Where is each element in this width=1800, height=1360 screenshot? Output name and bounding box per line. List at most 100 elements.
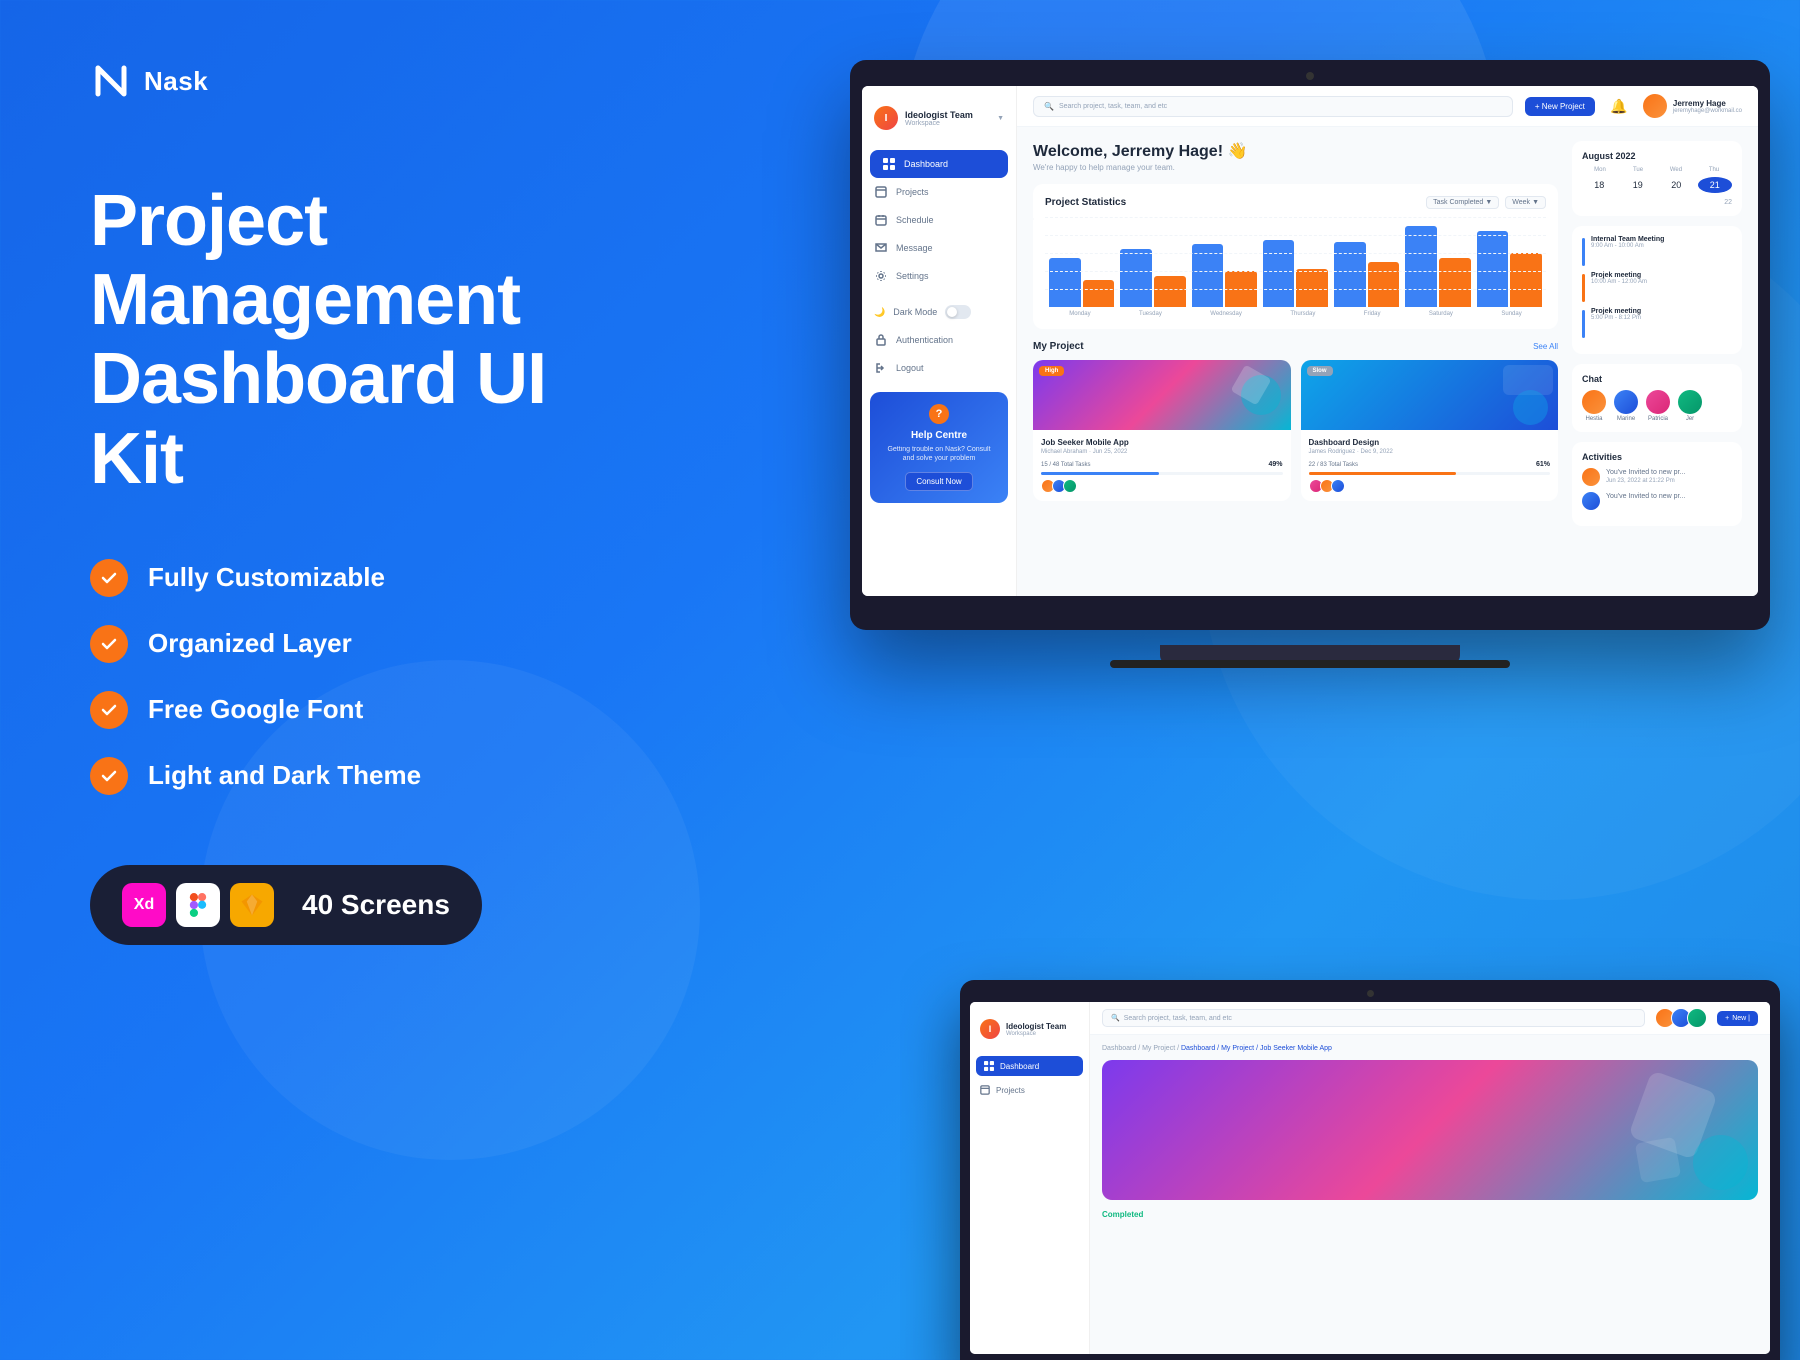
bar-orange-5	[1439, 258, 1471, 308]
event-dot-3	[1582, 310, 1585, 338]
activity-content-1: You've Invited to new pr... Jun 23, 2022…	[1606, 468, 1685, 486]
bar-group-5	[1405, 226, 1470, 307]
feature-item-2: Organized Layer	[90, 625, 650, 663]
activities-card: Activities You've Invited to new pr... J…	[1572, 442, 1742, 526]
laptop-mockup-bottom: I Ideologist Team Workspace Dashboard Pr…	[900, 930, 1800, 1360]
sidebar-item-dashboard[interactable]: Dashboard	[870, 150, 1008, 178]
status-area: Completed	[1102, 1210, 1758, 1219]
feature-label-3: Free Google Font	[148, 694, 363, 725]
event-name-1: Internal Team Meeting	[1591, 236, 1732, 243]
feature-check-4	[90, 757, 128, 795]
calendar-dates: 18 19 20 21	[1582, 177, 1732, 193]
bar-orange-4	[1368, 262, 1400, 307]
events-card: Internal Team Meeting 9:00 Am - 10:00 Am…	[1572, 226, 1742, 354]
event-info-2: Projek meeting 10:00 Am - 12:00 Am	[1591, 272, 1732, 285]
project-info-1: Job Seeker Mobile App Michael Abraham · …	[1033, 430, 1291, 501]
bar-chart-container: 100806040200	[1045, 217, 1546, 317]
workspace-selector[interactable]: I Ideologist Team Workspace ▼	[862, 98, 1016, 138]
sidebar-dashboard-label: Dashboard	[904, 159, 948, 169]
search-bar[interactable]: 🔍 Search project, task, team, and etc	[1033, 96, 1513, 117]
tool-icons: Xd	[122, 883, 274, 927]
cal-date-20: 20	[1659, 177, 1694, 193]
sidebar-item-projects[interactable]: Projects	[862, 178, 1016, 206]
sidebar-item-message[interactable]: Message	[862, 234, 1016, 262]
filter-week-chevron-icon: ▼	[1532, 199, 1539, 206]
chat-title: Chat	[1582, 374, 1732, 384]
dashboard-main: 🔍 Search project, task, team, and etc + …	[1017, 86, 1758, 596]
dashboard-content: Welcome, Jerremy Hage! 👋 We're happy to …	[1017, 127, 1758, 596]
chart-labels: Monday Tuesday Wednesday Thursday Friday…	[1045, 311, 1546, 317]
bottom-new-button[interactable]: + New |	[1717, 1011, 1758, 1026]
bottom-sidebar: I Ideologist Team Workspace Dashboard Pr…	[970, 1002, 1090, 1354]
see-all-link[interactable]: See All	[1533, 342, 1558, 351]
chat-avatar-patricia	[1646, 390, 1670, 414]
bottom-nav-dashboard[interactable]: Dashboard	[976, 1056, 1083, 1076]
sidebar-item-logout[interactable]: Logout	[862, 354, 1016, 382]
activity-content-2: You've Invited to new pr...	[1606, 492, 1685, 510]
bottom-workspace-name: Ideologist Team	[1006, 1022, 1066, 1031]
feature-item-1: Fully Customizable	[90, 559, 650, 597]
auth-nav-icon	[874, 333, 888, 347]
cal-date-21-today[interactable]: 21	[1698, 177, 1733, 193]
laptop-bezel: I Ideologist Team Workspace ▼ Dashboard	[850, 60, 1770, 630]
dashboard-nav-icon	[882, 157, 896, 171]
chat-person-marine: Marine	[1614, 390, 1638, 422]
bar-blue-3	[1263, 240, 1295, 308]
sidebar-item-auth[interactable]: Authentication	[862, 326, 1016, 354]
bottom-new-label: New |	[1732, 1015, 1750, 1022]
dark-mode-toggle[interactable]: 🌙 Dark Mode	[862, 298, 1016, 326]
project-progress-row-1: 15 / 48 Total Tasks 49%	[1041, 461, 1283, 468]
bar-group-6	[1477, 231, 1542, 308]
help-title: Help Centre	[882, 430, 996, 441]
chart-title: Project Statistics	[1045, 197, 1126, 208]
user-avatar	[1643, 94, 1667, 118]
tiny-avatar-6	[1331, 479, 1345, 493]
chart-filter-week[interactable]: Week ▼	[1505, 196, 1546, 209]
event-time-1: 9:00 Am - 10:00 Am	[1591, 243, 1732, 249]
dark-mode-switch[interactable]	[945, 305, 971, 319]
bottom-search[interactable]: 🔍 Search project, task, team, and etc	[1102, 1009, 1645, 1027]
event-dot-2	[1582, 274, 1585, 302]
bar-orange-1	[1154, 276, 1186, 308]
activity-text-2: You've Invited to new pr...	[1606, 492, 1685, 501]
sidebar-item-schedule[interactable]: Schedule	[862, 206, 1016, 234]
notification-icon[interactable]: 🔔	[1607, 94, 1631, 118]
project-pct-1: 49%	[1268, 461, 1282, 468]
project-tasks-2: 22 / 83 Total Tasks	[1309, 462, 1358, 468]
workspace-avatar: I	[874, 106, 898, 130]
sidebar-auth-label: Authentication	[896, 335, 953, 345]
filter-chevron-icon: ▼	[1485, 199, 1492, 206]
chart-filter-task[interactable]: Task Completed ▼	[1426, 196, 1499, 209]
event-info-1: Internal Team Meeting 9:00 Am - 10:00 Am	[1591, 236, 1732, 249]
sidebar-item-settings[interactable]: Settings	[862, 262, 1016, 290]
calendar-days-header: Mon Tue Wed Thu	[1582, 167, 1732, 173]
feature-item-4: Light and Dark Theme	[90, 757, 650, 795]
workspace-name: Ideologist Team	[905, 110, 990, 120]
bottom-workspace-avatar: I	[980, 1019, 1000, 1039]
chat-card: Chat Hestia Marine	[1572, 364, 1742, 432]
features-list: Fully Customizable Organized Layer Free …	[90, 559, 650, 795]
sidebar-settings-label: Settings	[896, 271, 929, 281]
bottom-nav-projects-label: Projects	[996, 1086, 1025, 1095]
sidebar-logout-label: Logout	[896, 363, 924, 373]
tiny-avatar-3	[1063, 479, 1077, 493]
project-card-job-seeker: High Job Seeker Mobile App Michael Abrah…	[1033, 360, 1291, 501]
event-info-3: Projek meeting 5:00 Pm - 8:12 Pm	[1591, 308, 1732, 321]
projects-title: My Project	[1033, 341, 1084, 352]
calendar-card: August 2022 Mon Tue Wed Thu 18 19	[1572, 141, 1742, 216]
completed-badge: Completed	[1102, 1210, 1143, 1219]
bottom-nav-projects[interactable]: Projects	[970, 1080, 1089, 1100]
chat-name-hestia: Hestia	[1585, 416, 1602, 422]
help-desc: Getting trouble on Nask? Consult and sol…	[882, 445, 996, 463]
event-name-3: Projek meeting	[1591, 308, 1732, 315]
settings-nav-icon	[874, 269, 888, 283]
new-project-button[interactable]: + New Project	[1525, 97, 1595, 116]
workspace-info: Ideologist Team Workspace	[905, 110, 990, 127]
bar-group-4	[1334, 242, 1399, 307]
laptop-outer: I Ideologist Team Workspace ▼ Dashboard	[850, 60, 1770, 640]
bottom-content: Dashboard / My Project / Dashboard / My …	[1090, 1035, 1770, 1354]
help-consult-button[interactable]: Consult Now	[905, 472, 972, 491]
chat-avatars: Hestia Marine Patricia	[1582, 390, 1732, 422]
sidebar-message-label: Message	[896, 243, 933, 253]
feature-label-1: Fully Customizable	[148, 562, 385, 593]
